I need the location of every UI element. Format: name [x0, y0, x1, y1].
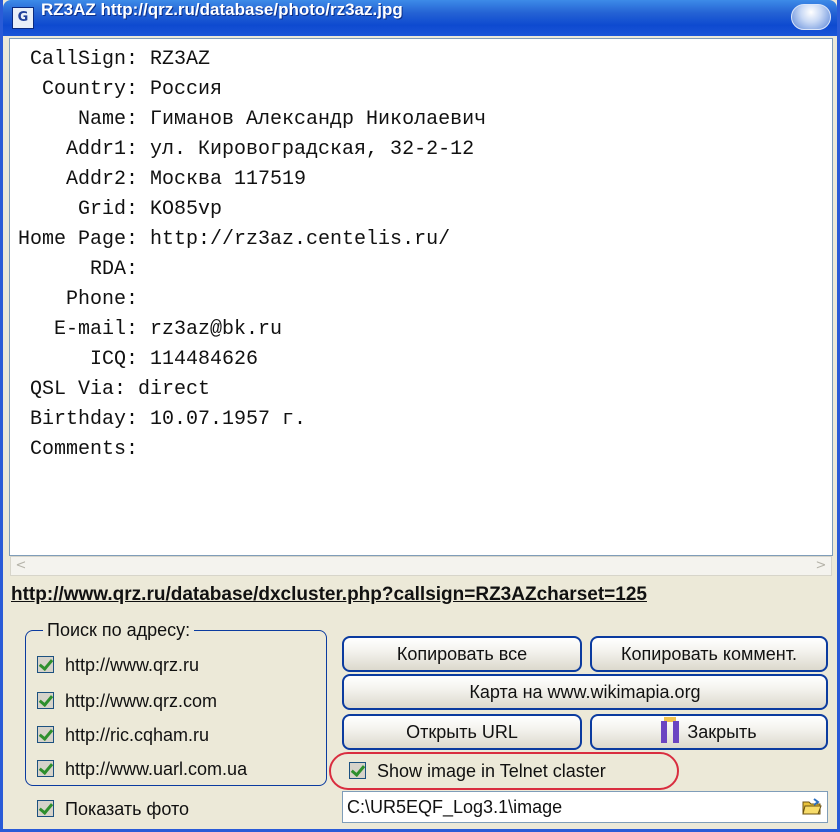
horizontal-scrollbar[interactable]: < >	[10, 556, 832, 576]
scroll-right-arrow-icon[interactable]: >	[811, 557, 831, 575]
info-line-homepage: Home Page: http://rz3az.centelis.ru/	[18, 228, 451, 251]
copy-all-button[interactable]: Копировать все	[342, 636, 582, 672]
open-folder-icon[interactable]	[801, 796, 823, 818]
checkbox-checked-icon[interactable]	[37, 726, 54, 743]
checkbox-checked-icon[interactable]	[37, 800, 54, 817]
address-search-title: Поиск по адресу:	[43, 620, 195, 641]
info-line-name: Name: Гиманов Александр Николаевич	[18, 108, 487, 131]
title-bar[interactable]: G RZ3AZ http://qrz.ru/database/photo/rz3…	[3, 0, 837, 36]
site-label: http://ric.cqham.ru	[65, 725, 210, 745]
minimize-orb-button[interactable]	[791, 4, 831, 30]
callsign-info-window: G RZ3AZ http://qrz.ru/database/photo/rz3…	[0, 0, 840, 832]
copy-comment-button[interactable]: Копировать коммент.	[590, 636, 828, 672]
close-button-label: Закрыть	[687, 722, 757, 742]
info-line-country: Country: Россия	[18, 78, 223, 101]
info-line-comments: Comments:	[18, 438, 139, 461]
info-line-phone: Phone:	[18, 288, 139, 311]
info-line-callsign: CallSign: RZ3AZ	[18, 48, 211, 71]
scroll-left-arrow-icon[interactable]: <	[11, 557, 31, 575]
door-exit-icon	[661, 717, 680, 744]
image-path-field[interactable]: C:\UR5EQF_Log3.1\image	[342, 791, 828, 823]
open-url-button[interactable]: Открыть URL	[342, 714, 582, 750]
site-label: http://www.qrz.com	[65, 691, 218, 711]
info-text-area[interactable]: CallSign: RZ3AZ Country: Россия Name: Ги…	[9, 38, 833, 556]
info-line-icq: ICQ: 114484626	[18, 348, 259, 371]
image-path-value: C:\UR5EQF_Log3.1\image	[347, 797, 563, 817]
callbook-app-icon: G	[12, 7, 34, 29]
checkbox-checked-icon[interactable]	[37, 692, 54, 709]
info-line-grid: Grid: KO85vp	[18, 198, 223, 221]
site-label: http://www.uarl.com.ua	[65, 759, 248, 779]
checkbox-checked-icon[interactable]	[37, 760, 54, 777]
info-line-birthday: Birthday: 10.07.1957 г.	[18, 408, 307, 431]
info-line-qsl-via: QSL Via: direct	[18, 378, 211, 401]
show-photo-label: Показать фото	[65, 799, 189, 819]
window-title: RZ3AZ http://qrz.ru/database/photo/rz3az…	[41, 0, 403, 19]
info-line-rda: RDA:	[18, 258, 139, 281]
info-line-addr1: Addr1: ул. Кировоградская, 32-2-12	[18, 138, 475, 161]
checkbox-checked-icon[interactable]	[349, 762, 366, 779]
wikimapia-map-button[interactable]: Карта на www.wikimapia.org	[342, 674, 828, 710]
site-label: http://www.qrz.ru	[65, 655, 200, 675]
info-line-email: E-mail: rz3az@bk.ru	[18, 318, 283, 341]
close-button[interactable]: Закрыть	[590, 714, 828, 750]
checkbox-checked-icon[interactable]	[37, 656, 54, 673]
info-line-addr2: Addr2: Москва 117519	[18, 168, 307, 191]
dxcluster-url-link[interactable]: http://www.qrz.ru/database/dxcluster.php…	[11, 584, 835, 614]
show-telnet-label: Show image in Telnet claster	[377, 761, 606, 781]
